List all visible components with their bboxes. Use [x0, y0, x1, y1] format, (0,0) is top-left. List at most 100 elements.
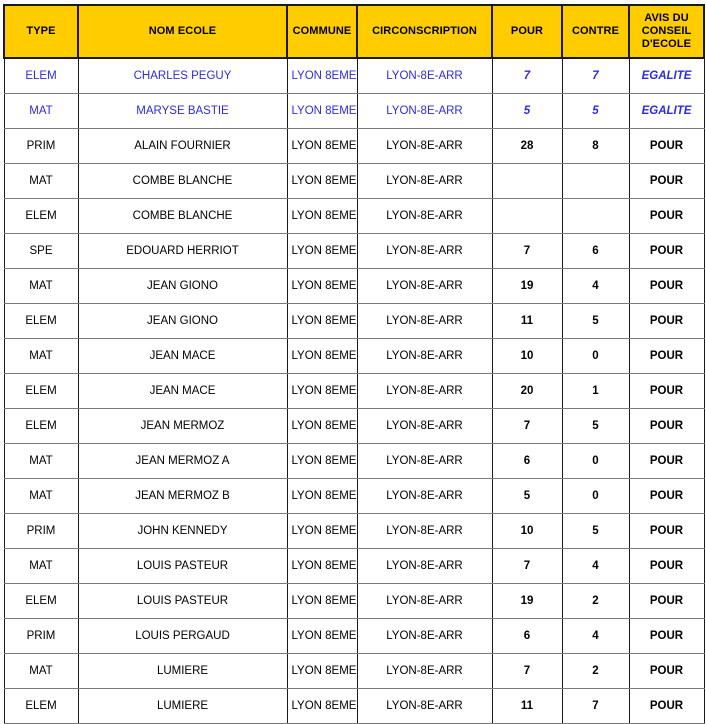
cell-circonscription: LYON-8E-ARR: [356, 163, 493, 199]
cell-contre: 4: [561, 268, 630, 304]
table-row: PRIM ALAIN FOURNIER LYON 8EME LYON-8E-ARR 28…: [3, 128, 705, 164]
cell-circonscription: LYON-8E-ARR: [356, 233, 493, 269]
header-row: TYPE NOM ECOLE COMMUNE CIRCONSCRIPTION P…: [3, 4, 705, 59]
cell-pour: 6: [491, 618, 563, 654]
column-header-commune: COMMUNE: [286, 4, 358, 59]
cell-nom-ecole: MARYSE BASTIE: [77, 93, 288, 129]
table-row: MAT LOUIS PASTEUR LYON 8EME LYON-8E-ARR 7 4 PO…: [3, 548, 705, 584]
cell-type: MAT: [3, 653, 79, 689]
cell-contre: 7: [561, 57, 630, 94]
cell-type: ELEM: [3, 303, 79, 339]
table-row: MAT MARYSE BASTIE LYON 8EME LYON-8E-ARR 5 5 EG…: [3, 93, 705, 129]
table-row: PRIM LOUIS PERGAUD LYON 8EME LYON-8E-ARR 6 4 P…: [3, 618, 705, 654]
cell-nom-ecole: JEAN GIONO: [77, 268, 288, 304]
cell-type: PRIM: [3, 618, 79, 654]
cell-avis: POUR: [628, 583, 705, 619]
cell-commune: LYON 8EME: [286, 408, 358, 444]
cell-avis: POUR: [628, 513, 705, 549]
cell-type: MAT: [3, 478, 79, 514]
table-row: MAT JEAN GIONO LYON 8EME LYON-8E-ARR 19 4 POUR: [3, 268, 705, 304]
cell-pour: 7: [491, 233, 563, 269]
cell-commune: LYON 8EME: [286, 128, 358, 164]
cell-avis: POUR: [628, 198, 705, 234]
cell-nom-ecole: LUMIERE: [77, 653, 288, 689]
table-row: MAT JEAN MERMOZ A LYON 8EME LYON-8E-ARR 6 0 PO…: [3, 443, 705, 479]
cell-nom-ecole: JEAN GIONO: [77, 303, 288, 339]
avis-header-line-3: D'ECOLE: [641, 37, 692, 50]
cell-pour: 5: [491, 93, 563, 129]
cell-avis: POUR: [628, 163, 705, 199]
cell-circonscription: LYON-8E-ARR: [356, 268, 493, 304]
cell-contre: 2: [561, 653, 630, 689]
cell-type: MAT: [3, 93, 79, 129]
table-row: ELEM JEAN MERMOZ LYON 8EME LYON-8E-ARR 7 5 POU…: [3, 408, 705, 444]
column-header-contre: CONTRE: [561, 4, 630, 59]
cell-pour: 28: [491, 128, 563, 164]
school-council-vote-table: TYPE NOM ECOLE COMMUNE CIRCONSCRIPTION P…: [3, 4, 705, 724]
cell-type: MAT: [3, 268, 79, 304]
cell-contre: 5: [561, 93, 630, 129]
cell-circonscription: LYON-8E-ARR: [356, 478, 493, 514]
cell-nom-ecole: JEAN MERMOZ A: [77, 443, 288, 479]
cell-nom-ecole: LOUIS PASTEUR: [77, 583, 288, 619]
table-row: PRIM JOHN KENNEDY LYON 8EME LYON-8E-ARR 10 5 P…: [3, 513, 705, 549]
cell-commune: LYON 8EME: [286, 233, 358, 269]
cell-commune: LYON 8EME: [286, 198, 358, 234]
cell-avis: EGALITE: [628, 57, 705, 94]
cell-circonscription: LYON-8E-ARR: [356, 93, 493, 129]
cell-pour: 5: [491, 478, 563, 514]
cell-pour: 10: [491, 513, 563, 549]
cell-circonscription: LYON-8E-ARR: [356, 688, 493, 724]
table-row: MAT COMBE BLANCHE LYON 8EME LYON-8E-ARR POUR: [3, 163, 705, 199]
cell-pour: 10: [491, 338, 563, 374]
cell-commune: LYON 8EME: [286, 478, 358, 514]
cell-commune: LYON 8EME: [286, 548, 358, 584]
cell-commune: LYON 8EME: [286, 653, 358, 689]
cell-avis: POUR: [628, 688, 705, 724]
cell-commune: LYON 8EME: [286, 163, 358, 199]
table-header: TYPE NOM ECOLE COMMUNE CIRCONSCRIPTION P…: [3, 4, 705, 59]
cell-circonscription: LYON-8E-ARR: [356, 408, 493, 444]
cell-pour: 20: [491, 373, 563, 409]
cell-type: ELEM: [3, 583, 79, 619]
cell-commune: LYON 8EME: [286, 443, 358, 479]
cell-circonscription: LYON-8E-ARR: [356, 373, 493, 409]
cell-type: PRIM: [3, 128, 79, 164]
cell-avis: POUR: [628, 478, 705, 514]
cell-pour: 19: [491, 583, 563, 619]
cell-type: ELEM: [3, 688, 79, 724]
cell-commune: LYON 8EME: [286, 583, 358, 619]
column-header-type: TYPE: [3, 4, 79, 59]
cell-nom-ecole: COMBE BLANCHE: [77, 198, 288, 234]
cell-commune: LYON 8EME: [286, 338, 358, 374]
cell-pour: 7: [491, 548, 563, 584]
cell-pour: 19: [491, 268, 563, 304]
cell-avis: POUR: [628, 653, 705, 689]
cell-contre: 1: [561, 373, 630, 409]
cell-type: SPE: [3, 233, 79, 269]
cell-type: MAT: [3, 163, 79, 199]
cell-nom-ecole: EDOUARD HERRIOT: [77, 233, 288, 269]
cell-avis: POUR: [628, 443, 705, 479]
table-row: ELEM COMBE BLANCHE LYON 8EME LYON-8E-ARR POU…: [3, 198, 705, 234]
cell-type: ELEM: [3, 408, 79, 444]
cell-circonscription: LYON-8E-ARR: [356, 548, 493, 584]
cell-circonscription: LYON-8E-ARR: [356, 443, 493, 479]
cell-commune: LYON 8EME: [286, 688, 358, 724]
cell-type: ELEM: [3, 198, 79, 234]
cell-contre: [561, 163, 630, 199]
table-row: MAT JEAN MACE LYON 8EME LYON-8E-ARR 10 0 POUR: [3, 338, 705, 374]
cell-circonscription: LYON-8E-ARR: [356, 128, 493, 164]
cell-nom-ecole: JEAN MERMOZ: [77, 408, 288, 444]
cell-avis: POUR: [628, 408, 705, 444]
table-row: ELEM LOUIS PASTEUR LYON 8EME LYON-8E-ARR 19 2…: [3, 583, 705, 619]
cell-pour: 7: [491, 653, 563, 689]
cell-pour: 11: [491, 688, 563, 724]
cell-contre: 0: [561, 443, 630, 479]
cell-type: MAT: [3, 443, 79, 479]
cell-nom-ecole: JOHN KENNEDY: [77, 513, 288, 549]
table-row: MAT LUMIERE LYON 8EME LYON-8E-ARR 7 2 POUR: [3, 653, 705, 689]
cell-nom-ecole: LOUIS PASTEUR: [77, 548, 288, 584]
cell-circonscription: LYON-8E-ARR: [356, 618, 493, 654]
cell-commune: LYON 8EME: [286, 57, 358, 94]
